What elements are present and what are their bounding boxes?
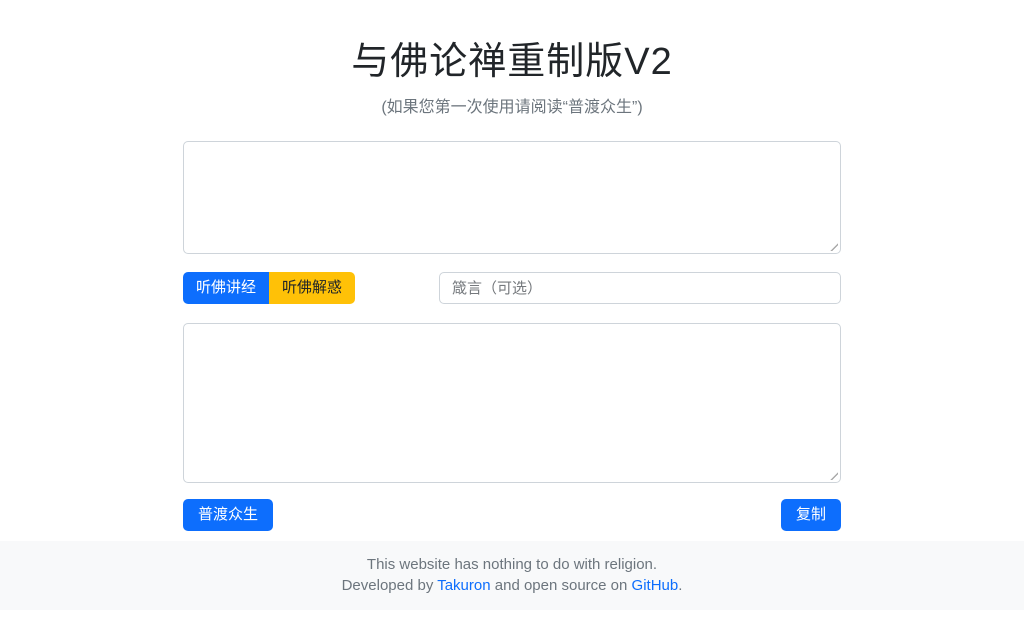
page-footer: This website has nothing to do with reli… xyxy=(0,541,1024,610)
page-title: 与佛论禅重制版V2 xyxy=(183,30,841,85)
mode-button-decode[interactable]: 听佛解惑 xyxy=(269,272,355,304)
footer-credits-prefix: Developed by xyxy=(342,577,438,594)
github-link[interactable]: GitHub xyxy=(632,577,679,594)
author-link[interactable]: Takuron xyxy=(437,577,490,594)
footer-credits-middle: and open source on xyxy=(491,577,632,594)
convert-button[interactable]: 普渡众生 xyxy=(183,499,273,531)
source-textarea-wrap xyxy=(183,141,841,254)
copy-button[interactable]: 复制 xyxy=(781,499,841,531)
footer-disclaimer: This website has nothing to do with reli… xyxy=(0,554,1024,575)
source-textarea[interactable] xyxy=(183,141,841,254)
output-textarea[interactable] xyxy=(183,323,841,483)
main-container: 与佛论禅重制版V2 (如果您第一次使用请阅读“普渡众生”) 听佛讲经 听佛解惑 … xyxy=(183,0,841,531)
output-textarea-wrap xyxy=(183,323,841,483)
key-input[interactable] xyxy=(439,272,841,304)
mode-button-group: 听佛讲经 听佛解惑 xyxy=(183,272,355,304)
mode-button-encode[interactable]: 听佛讲经 xyxy=(183,272,269,304)
footer-credits: Developed by Takuron and open source on … xyxy=(0,575,1024,596)
actions-row: 普渡众生 复制 xyxy=(183,499,841,531)
mode-and-key-row: 听佛讲经 听佛解惑 xyxy=(183,272,841,304)
footer-credits-suffix: . xyxy=(678,577,682,594)
page-subtitle: (如果您第一次使用请阅读“普渡众生”) xyxy=(183,93,841,117)
